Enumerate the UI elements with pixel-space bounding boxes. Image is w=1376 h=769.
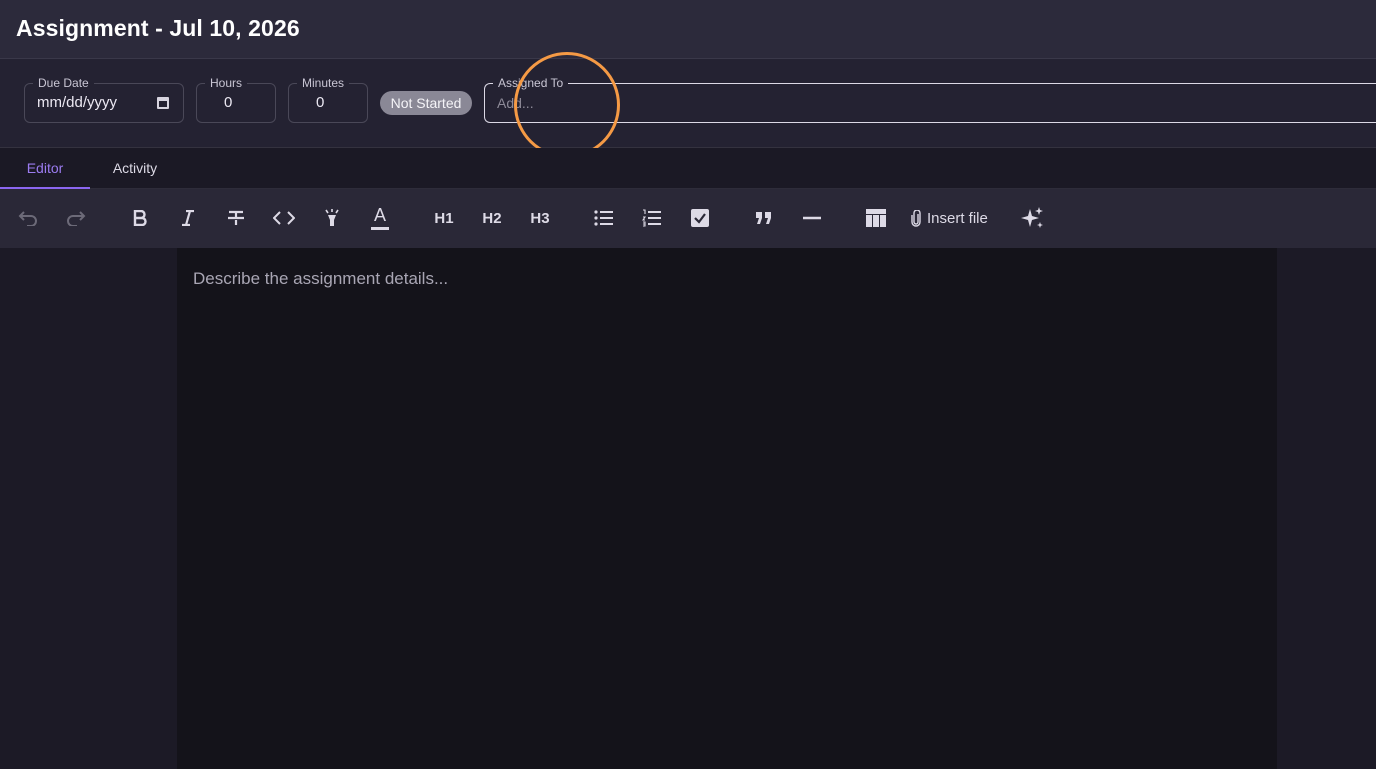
numbered-list-button[interactable] <box>637 203 667 233</box>
bold-icon <box>133 210 147 226</box>
numbered-list-icon <box>642 209 661 227</box>
heading-2-button[interactable]: H2 <box>477 203 507 233</box>
page-title: Assignment - Jul 10, 2026 <box>16 15 300 41</box>
sparkle-icon <box>1021 207 1043 228</box>
undo-button[interactable] <box>13 203 43 233</box>
horizontal-rule-icon <box>803 216 821 220</box>
editor-placeholder: Describe the assignment details... <box>193 269 449 288</box>
heading-1-button[interactable]: H1 <box>429 203 459 233</box>
editor-toolbar: A H1 H2 H3 Insert file <box>0 189 1376 248</box>
assigned-to-label: Assigned To <box>493 76 569 90</box>
tab-editor[interactable]: Editor <box>0 148 90 189</box>
hours-field[interactable]: Hours 0 <box>196 76 276 123</box>
insert-file-button[interactable]: Insert file <box>911 203 988 233</box>
redo-button[interactable] <box>61 203 91 233</box>
redo-icon <box>67 211 86 226</box>
italic-button[interactable] <box>173 203 203 233</box>
hours-value: 0 <box>224 94 233 111</box>
bullet-list-icon <box>594 210 613 226</box>
text-color-button[interactable]: A <box>365 203 395 233</box>
strikethrough-button[interactable] <box>221 203 251 233</box>
status-badge[interactable]: Not Started <box>380 91 472 115</box>
assigned-to-input[interactable] <box>497 93 1097 113</box>
checklist-icon <box>691 209 709 227</box>
title-bar: Assignment - Jul 10, 2026 <box>0 0 1376 59</box>
minutes-value: 0 <box>316 94 325 111</box>
assigned-to-field[interactable]: Assigned To <box>484 76 1376 123</box>
italic-icon <box>182 210 194 226</box>
horizontal-rule-button[interactable] <box>797 203 827 233</box>
due-date-value: mm/dd/yyyy <box>37 94 118 111</box>
paperclip-icon <box>911 209 921 227</box>
checklist-button[interactable] <box>685 203 715 233</box>
table-icon <box>866 209 886 227</box>
heading-3-button[interactable]: H3 <box>525 203 555 233</box>
minutes-field[interactable]: Minutes 0 <box>288 76 368 123</box>
text-color-swatch <box>371 227 389 230</box>
bold-button[interactable] <box>125 203 155 233</box>
tab-bar: Editor Activity <box>0 148 1376 189</box>
calendar-icon[interactable] <box>157 97 169 109</box>
table-button[interactable] <box>861 203 891 233</box>
text-color-icon: A <box>373 205 386 225</box>
bullet-list-button[interactable] <box>589 203 619 233</box>
tab-activity[interactable]: Activity <box>90 148 180 189</box>
code-button[interactable] <box>269 203 299 233</box>
undo-icon <box>18 211 37 226</box>
editor-content-area[interactable]: Describe the assignment details... <box>177 248 1277 769</box>
code-icon <box>273 211 295 225</box>
quote-button[interactable] <box>749 203 779 233</box>
strikethrough-icon <box>228 210 244 225</box>
highlight-icon <box>325 209 339 226</box>
quote-icon <box>756 212 771 224</box>
highlight-button[interactable] <box>317 203 347 233</box>
ai-assist-button[interactable] <box>1017 203 1047 233</box>
due-date-field[interactable]: Due Date mm/dd/yyyy <box>24 76 184 123</box>
due-date-label: Due Date <box>33 76 94 90</box>
hours-label: Hours <box>205 76 248 90</box>
minutes-label: Minutes <box>297 76 350 90</box>
insert-file-label: Insert file <box>927 209 988 227</box>
